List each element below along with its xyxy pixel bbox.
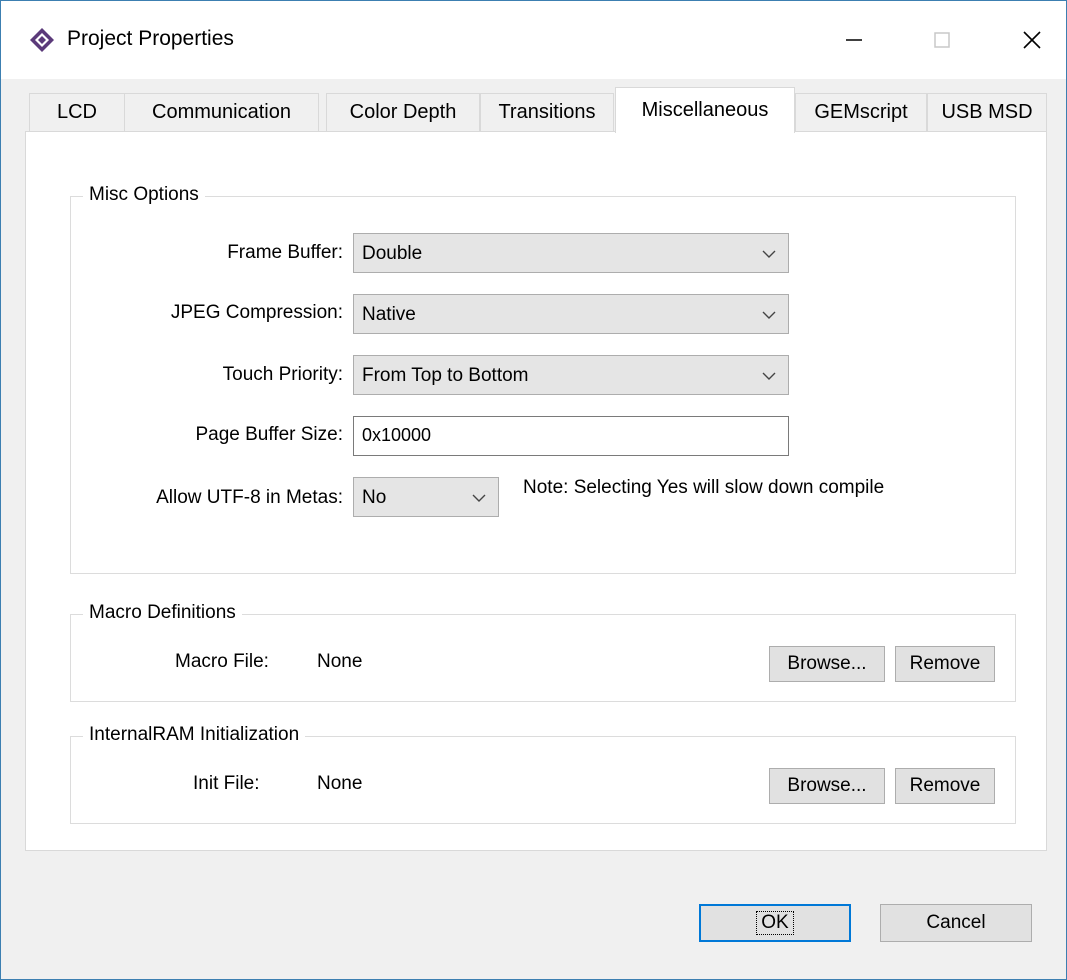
button-label: OK — [756, 911, 794, 935]
touch-priority-select[interactable]: From Top to Bottom — [353, 355, 789, 395]
maximize-icon — [934, 32, 950, 48]
tab-label: Communication — [152, 101, 291, 123]
tab-color-depth[interactable]: Color Depth — [326, 93, 480, 131]
tab-label: USB MSD — [941, 101, 1033, 123]
utf8-note: Note: Selecting Yes will slow down compi… — [523, 477, 885, 498]
init-file-label: Init File: — [193, 773, 260, 794]
jpeg-compression-select[interactable]: Native — [353, 294, 789, 334]
tab-communication[interactable]: Communication — [124, 93, 319, 131]
select-value: Native — [362, 304, 416, 325]
group-title: Macro Definitions — [83, 602, 242, 624]
title-bar: Project Properties — [1, 1, 1066, 79]
init-browse-button[interactable]: Browse... — [769, 768, 885, 804]
page-buffer-size-input[interactable] — [362, 425, 762, 446]
tab-lcd[interactable]: LCD — [29, 93, 125, 131]
chevron-down-icon — [762, 372, 776, 380]
select-value: Double — [362, 243, 423, 264]
jpeg-compression-label: JPEG Compression: — [170, 302, 343, 323]
frame-buffer-select[interactable]: Double — [353, 233, 789, 273]
button-label: Browse... — [787, 775, 867, 796]
button-label: Remove — [909, 775, 981, 796]
project-properties-dialog: Project Properties LCD Communication Col… — [0, 0, 1067, 980]
chevron-down-icon — [472, 494, 486, 502]
macro-definitions-group: Macro Definitions Macro File: None Brows… — [70, 602, 1016, 702]
tab-panel-miscellaneous: Misc Options Frame Buffer: Double JPEG C… — [25, 131, 1047, 851]
maximize-button[interactable] — [919, 19, 965, 61]
tab-label: GEMscript — [814, 101, 908, 123]
macro-remove-button[interactable]: Remove — [895, 646, 995, 682]
tab-usb-msd[interactable]: USB MSD — [927, 93, 1047, 131]
chevron-down-icon — [762, 250, 776, 258]
touch-priority-label: Touch Priority: — [222, 364, 343, 385]
allow-utf8-select[interactable]: No — [353, 477, 499, 517]
tab-gemscript[interactable]: GEMscript — [795, 93, 927, 131]
tab-label: Transitions — [498, 101, 596, 123]
tab-label: Miscellaneous — [641, 99, 769, 121]
chevron-down-icon — [762, 311, 776, 319]
minimize-icon — [846, 39, 862, 41]
macro-file-value: None — [317, 651, 363, 672]
init-remove-button[interactable]: Remove — [895, 768, 995, 804]
init-file-value: None — [317, 773, 363, 794]
select-value: From Top to Bottom — [362, 365, 529, 386]
internal-ram-group: InternalRAM Initialization Init File: No… — [70, 724, 1016, 824]
macro-browse-button[interactable]: Browse... — [769, 646, 885, 682]
frame-buffer-label: Frame Buffer: — [227, 242, 343, 263]
button-label: Browse... — [787, 653, 867, 674]
app-diamond-icon — [30, 28, 54, 52]
page-buffer-size-field[interactable] — [353, 416, 789, 456]
allow-utf8-label: Allow UTF-8 in Metas: — [156, 487, 343, 508]
page-buffer-size-label: Page Buffer Size: — [195, 424, 343, 445]
ok-button[interactable]: OK — [699, 904, 851, 942]
button-label: Remove — [909, 653, 981, 674]
close-button[interactable] — [1009, 19, 1055, 61]
window-title: Project Properties — [67, 27, 234, 50]
tab-label: Color Depth — [349, 101, 457, 123]
button-label: Cancel — [926, 912, 986, 933]
select-value: No — [362, 487, 387, 508]
tab-label: LCD — [56, 101, 97, 123]
group-title: InternalRAM Initialization — [83, 724, 306, 746]
tab-miscellaneous[interactable]: Miscellaneous — [615, 87, 795, 133]
tab-transitions[interactable]: Transitions — [480, 93, 614, 131]
close-icon — [1023, 31, 1041, 49]
group-title: Misc Options — [83, 184, 205, 206]
cancel-button[interactable]: Cancel — [880, 904, 1032, 942]
tab-strip: LCD Communication Color Depth Transition… — [29, 87, 1047, 133]
misc-options-group: Misc Options Frame Buffer: Double JPEG C… — [70, 184, 1016, 574]
minimize-button[interactable] — [831, 19, 877, 61]
macro-file-label: Macro File: — [175, 651, 269, 672]
